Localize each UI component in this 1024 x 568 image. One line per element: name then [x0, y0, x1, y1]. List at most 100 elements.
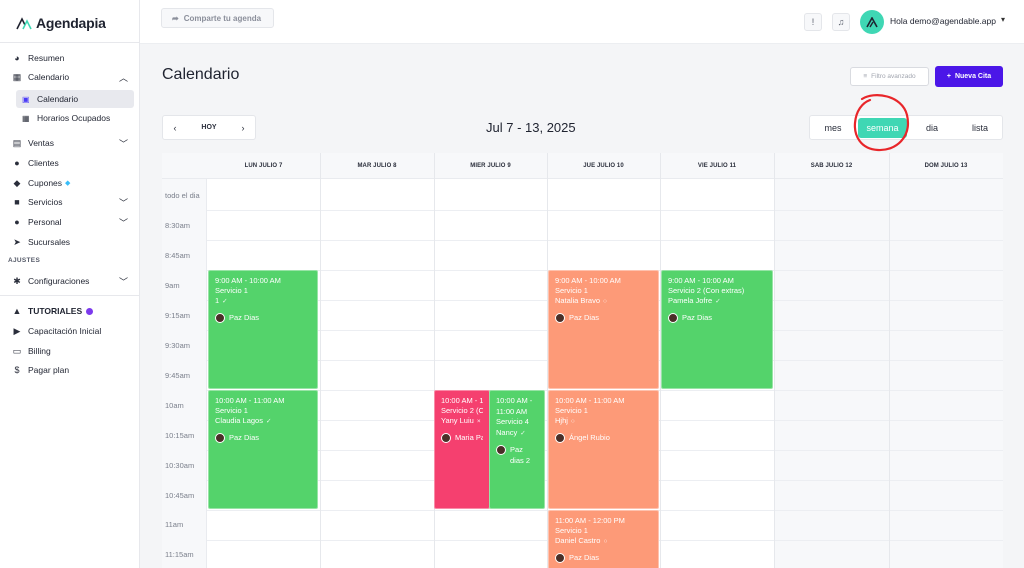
user-avatar[interactable] [860, 10, 884, 34]
event-client: Pamela Jofre [668, 296, 713, 305]
status-check-icon: ✓ [265, 418, 272, 425]
event-time: 10:00 AM - 11:00 AM [496, 396, 533, 416]
sidebar-item-configuraciones[interactable]: ✱ Configuraciones ﹀ [12, 272, 134, 290]
day-header[interactable]: VIE JULIO 11 [660, 153, 774, 179]
prev-week-button[interactable]: ‹ [163, 116, 187, 139]
play-icon: ▶ [13, 325, 21, 336]
time-slot-label: 11:15am [165, 550, 194, 559]
sidebar-item-servicios[interactable]: ■ Servicios ﹀ [12, 193, 134, 211]
appointment-event[interactable]: 10:00 AM - 11:00 AM Servicio 1 Claudia L… [208, 390, 318, 509]
week-calendar: LUN JULIO 7 MAR JULIO 8 MIER JULIO 9 JUE… [162, 153, 1003, 568]
sidebar-item-label: Calendario [37, 94, 79, 104]
tag-icon: ◆ [13, 177, 21, 188]
appointment-event[interactable]: 9:00 AM - 10:00 AM Servicio 2 (Con extra… [661, 270, 773, 389]
appointment-event[interactable]: 10:00 AM - 11:00 AM Servicio 2 (Con extr… [434, 390, 490, 509]
appointment-event[interactable]: 11:00 AM - 12:00 PM Servicio 1 Daniel Ca… [548, 510, 659, 568]
agendapia-logo-icon [866, 16, 878, 27]
event-service: Servicio 1 [555, 286, 588, 295]
sidebar-item-label: Sucursales [28, 237, 71, 247]
chevron-down-icon[interactable]: ▾ [1001, 15, 1005, 24]
sidebar-item-calendario[interactable]: ▦ Calendario ︿ [12, 68, 134, 86]
event-service: Servicio 1 [555, 526, 588, 535]
gear-icon: ✱ [13, 275, 21, 286]
today-button[interactable]: HOY [187, 116, 231, 139]
sidebar-item-sucursales[interactable]: ➤ Sucursales [12, 233, 134, 251]
time-slot-label: 10:45am [165, 491, 195, 500]
event-time: 10:00 AM - 11:00 AM [215, 396, 285, 405]
chevron-down-icon: ﹀ [118, 139, 128, 149]
event-client: Yany Luiu [441, 416, 474, 425]
time-slot-label: 9:15am [165, 311, 191, 320]
day-header[interactable]: DOM JULIO 13 [889, 153, 1003, 179]
sidebar-subitem-calendario[interactable]: ▣ Calendario [16, 90, 134, 108]
sidebar-item-capacitacion[interactable]: ▶ Capacitación Inicial [12, 322, 134, 340]
sidebar-item-ventas[interactable]: ▤ Ventas ﹀ [12, 134, 134, 152]
notifications-button[interactable]: ♫ [832, 13, 850, 31]
share-icon: ➦ [172, 13, 179, 23]
event-staff: Paz Dias [229, 313, 260, 322]
staff-avatar [496, 445, 506, 455]
sidebar-item-personal[interactable]: ● Personal ﹀ [12, 213, 134, 231]
sidebar-item-label: Calendario [28, 72, 70, 82]
appointment-event[interactable]: 10:00 AM - 11:00 AM Servicio 1 Hjhj ○ Áng… [548, 390, 659, 509]
event-staff: Paz Dias [682, 313, 713, 322]
appointment-event[interactable]: 9:00 AM - 10:00 AM Servicio 1 Natalia Br… [548, 270, 659, 389]
app-logo[interactable]: Agendapia [16, 12, 106, 34]
event-time: 9:00 AM - 10:00 AM [668, 276, 734, 285]
staff-avatar [555, 313, 565, 323]
sidebar-item-label: Servicios [28, 197, 63, 207]
sidebar-item-label: Clientes [28, 158, 59, 168]
status-pending-icon: ○ [603, 538, 608, 545]
sidebar-item-pagar[interactable]: $ Pagar plan [12, 361, 134, 379]
day-header[interactable]: LUN JULIO 7 [207, 153, 320, 179]
view-list-button[interactable]: lista [956, 116, 1004, 139]
time-slot-label: 9:45am [165, 371, 191, 380]
view-day-button[interactable]: dia [910, 116, 954, 139]
staff-avatar [668, 313, 678, 323]
advanced-filter-button[interactable]: ≡ Filtro avanzado [850, 67, 929, 86]
sidebar-item-tutoriales[interactable]: ▲ TUTORIALES [12, 302, 134, 320]
sidebar-item-resumen[interactable]: ◕ Resumen [12, 49, 134, 67]
sales-icon: ▤ [12, 137, 22, 148]
grid-line [207, 210, 1003, 211]
calendar-check-icon: ▣ [22, 94, 30, 104]
view-week-button[interactable]: semana [858, 118, 907, 138]
sidebar-subitem-horarios[interactable]: ▦ Horarios Ocupados [16, 109, 134, 127]
appointment-event[interactable]: 10:00 AM - 11:00 AM Servicio 4 Nancy ✓ Pa… [489, 390, 545, 509]
view-month-button[interactable]: mes [810, 116, 856, 139]
user-greeting[interactable]: Hola demo@agendable.app [890, 16, 996, 26]
grid-line [207, 240, 1003, 241]
share-agenda-button[interactable]: ➦ Comparte tu agenda [161, 8, 274, 28]
appointment-event[interactable]: 9:00 AM - 10:00 AM Servicio 1 1 ✓ Paz Dia… [208, 270, 318, 389]
sidebar-item-label: Horarios Ocupados [37, 113, 111, 123]
sidebar-item-label: Personal [28, 217, 62, 227]
day-header[interactable]: JUE JULIO 10 [547, 153, 660, 179]
new-appointment-button[interactable]: + Nueva Cita [935, 66, 1003, 87]
time-slot-label: 10am [165, 401, 184, 410]
section-label-ajustes: AJUSTES [8, 257, 41, 264]
day-header[interactable]: MAR JULIO 8 [320, 153, 434, 179]
agendapia-logo-icon [16, 17, 32, 30]
next-week-button[interactable]: › [231, 116, 255, 139]
status-check-icon: ✓ [715, 298, 721, 305]
feedback-button[interactable]: ! [804, 13, 822, 31]
day-header[interactable]: MIER JULIO 9 [434, 153, 547, 179]
date-range-title: Jul 7 - 13, 2025 [486, 120, 576, 135]
date-navigation: ‹ HOY › [162, 115, 256, 140]
sidebar-item-billing[interactable]: ▭ Billing [12, 342, 134, 360]
event-client: Hjhj [555, 416, 568, 425]
chevron-down-icon: ﹀ [118, 198, 128, 208]
event-client: Claudia Lagos [215, 416, 263, 425]
filter-label: Filtro avanzado [871, 73, 916, 80]
sidebar-item-clientes[interactable]: ● Clientes [12, 154, 134, 172]
sidebar-item-label: Ventas [28, 138, 54, 148]
event-service: Servicio 2 (Con extras) [441, 406, 483, 415]
staff-avatar [215, 433, 225, 443]
sidebar-item-label: TUTORIALES [28, 306, 83, 316]
day-header[interactable]: SAB JULIO 12 [774, 153, 889, 179]
dashboard-icon: ◕ [14, 53, 20, 63]
event-time: 9:00 AM - 10:00 AM [555, 276, 621, 285]
chevron-down-icon: ﹀ [118, 218, 128, 228]
sidebar-item-cupones[interactable]: ◆ Cupones ◆ [12, 174, 134, 192]
graduation-cap-icon: ▲ [12, 306, 22, 316]
